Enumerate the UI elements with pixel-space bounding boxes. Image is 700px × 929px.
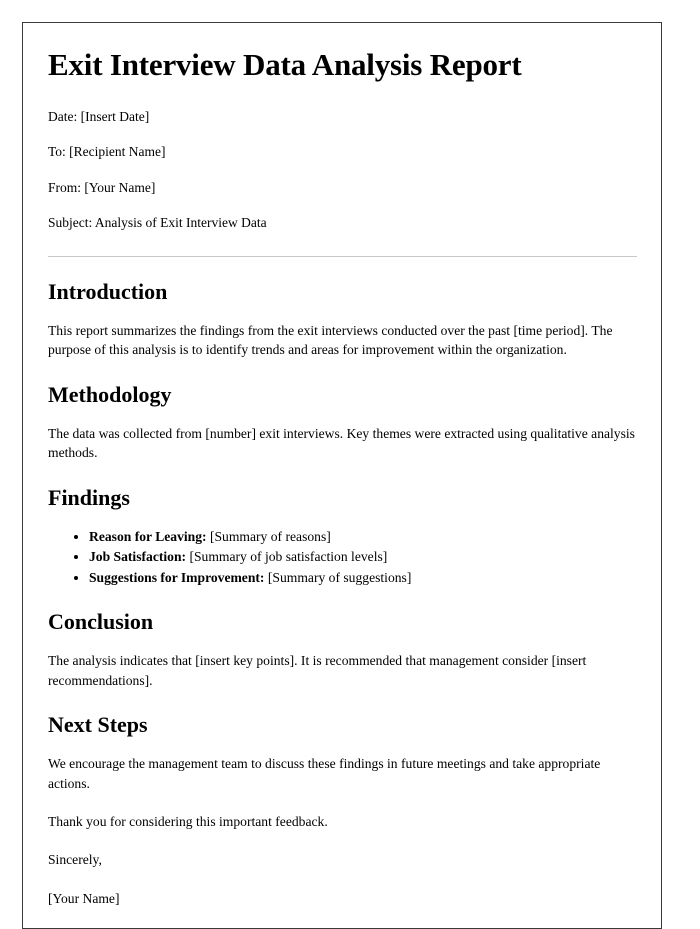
methodology-paragraph: The data was collected from [number] exi…	[48, 426, 635, 461]
signoff-line: Sincerely,	[48, 852, 102, 868]
document-body: Exit Interview Data Analysis Report Date…	[23, 23, 661, 908]
section-next-steps: Next Steps We encourage the management t…	[48, 712, 637, 908]
conclusion-heading: Conclusion	[48, 609, 154, 635]
page-title: Exit Interview Data Analysis Report	[48, 47, 522, 82]
metadata-subject: Subject: Analysis of Exit Interview Data	[48, 215, 267, 231]
introduction-heading: Introduction	[48, 278, 168, 304]
list-item: Reason for Leaving: [Summary of reasons]	[89, 527, 637, 546]
section-findings: Findings Reason for Leaving: [Summary of…	[48, 485, 637, 587]
findings-heading: Findings	[48, 484, 130, 510]
methodology-heading: Methodology	[48, 381, 172, 407]
list-item: Suggestions for Improvement: [Summary of…	[89, 568, 637, 587]
introduction-paragraph: This report summarizes the findings from…	[48, 323, 613, 358]
finding-value: [Summary of job satisfaction levels]	[189, 549, 388, 565]
metadata-from: From: [Your Name]	[48, 179, 156, 195]
header-divider	[48, 255, 637, 257]
section-introduction: Introduction This report summarizes the …	[48, 279, 637, 360]
finding-value: [Summary of reasons]	[209, 529, 331, 545]
document-page: Exit Interview Data Analysis Report Date…	[22, 22, 662, 929]
conclusion-paragraph: The analysis indicates that [insert key …	[48, 653, 587, 688]
finding-value: [Summary of suggestions]	[267, 569, 412, 585]
document-metadata: Date: [Insert Date] To: [Recipient Name]…	[48, 108, 637, 232]
next-steps-paragraph: We encourage the management team to disc…	[48, 756, 601, 791]
signature-line: [Your Name]	[48, 890, 120, 906]
section-methodology: Methodology The data was collected from …	[48, 382, 637, 463]
finding-label: Suggestions for Improvement:	[89, 569, 265, 585]
next-steps-heading: Next Steps	[48, 712, 148, 737]
metadata-to: To: [Recipient Name]	[48, 144, 166, 160]
finding-label: Job Satisfaction:	[89, 549, 187, 565]
section-conclusion: Conclusion The analysis indicates that […	[48, 609, 637, 690]
findings-list: Reason for Leaving: [Summary of reasons]…	[48, 527, 637, 587]
finding-label: Reason for Leaving:	[89, 529, 207, 545]
metadata-date: Date: [Insert Date]	[48, 108, 150, 124]
list-item: Job Satisfaction: [Summary of job satisf…	[89, 547, 637, 566]
thanks-line: Thank you for considering this important…	[48, 813, 328, 829]
